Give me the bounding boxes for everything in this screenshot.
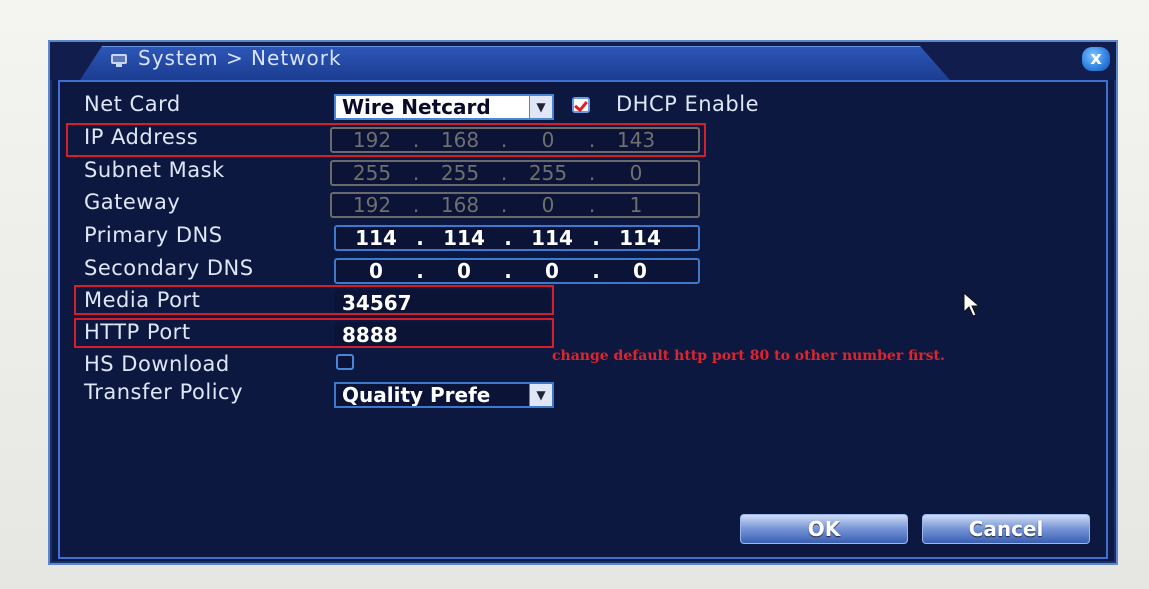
transfer-policy-value: Quality Prefe [342, 383, 491, 407]
ip-dot: . [416, 259, 424, 283]
dhcp-enable-label: DHCP Enable [616, 92, 759, 116]
media-port-highlight [74, 285, 554, 315]
ip-dot: . [592, 226, 600, 250]
screenshot-page: System > Network x Net Card Wire Netcard… [0, 0, 1149, 589]
primary-dns-octet-3: 114 [531, 226, 573, 250]
cancel-button[interactable]: Cancel [922, 514, 1090, 544]
ip-dot: . [416, 226, 424, 250]
gateway-field[interactable]: 192. 168. 0. 1 [330, 192, 700, 218]
close-icon: x [1090, 48, 1102, 69]
ip-dot: . [504, 226, 512, 250]
chevron-down-icon: ▼ [529, 384, 552, 406]
net-card-select[interactable]: Wire Netcard ▼ [334, 94, 554, 120]
ip-dot: . [412, 193, 420, 217]
ip-dot: . [412, 161, 420, 185]
annotation-note: change default http port 80 to other num… [552, 348, 945, 364]
primary-dns-octet-2: 114 [443, 226, 485, 250]
subnet-octet-3: 255 [528, 161, 568, 185]
chevron-down-icon: ▼ [529, 96, 552, 118]
primary-dns-label: Primary DNS [84, 223, 223, 247]
ok-button[interactable]: OK [740, 514, 908, 544]
title-bar: System > Network x [50, 42, 1116, 80]
http-port-highlight [74, 318, 554, 348]
primary-dns-field[interactable]: 114. 114. 114. 114 [334, 225, 700, 251]
gateway-octet-3: 0 [541, 193, 555, 217]
ip-dot: . [588, 161, 596, 185]
subnet-octet-1: 255 [352, 161, 392, 185]
secondary-dns-octet-3: 0 [545, 259, 559, 283]
gateway-octet-1: 192 [352, 193, 392, 217]
secondary-dns-octet-1: 0 [369, 259, 383, 283]
secondary-dns-octet-2: 0 [457, 259, 471, 283]
subnet-octet-4: 0 [629, 161, 643, 185]
transfer-policy-select[interactable]: Quality Prefe ▼ [334, 382, 554, 408]
secondary-dns-label: Secondary DNS [84, 256, 254, 280]
secondary-dns-field[interactable]: 0. 0. 0. 0 [334, 258, 700, 284]
hs-download-checkbox[interactable] [336, 354, 354, 370]
window-title: System > Network [138, 46, 342, 70]
subnet-mask-field[interactable]: 255. 255. 255. 0 [330, 160, 700, 186]
ip-dot: . [588, 193, 596, 217]
gateway-label: Gateway [84, 190, 181, 214]
mouse-cursor-icon [963, 292, 981, 317]
dhcp-enable-checkbox[interactable] [572, 97, 590, 113]
hs-download-label: HS Download [84, 352, 230, 376]
network-settings-icon [111, 54, 127, 67]
ip-dot: . [500, 193, 508, 217]
network-settings-window: System > Network x Net Card Wire Netcard… [48, 40, 1118, 565]
net-card-label: Net Card [84, 92, 181, 116]
gateway-octet-2: 168 [440, 193, 480, 217]
secondary-dns-octet-4: 0 [633, 259, 647, 283]
primary-dns-octet-1: 114 [355, 226, 397, 250]
ip-dot: . [592, 259, 600, 283]
ip-dot: . [504, 259, 512, 283]
transfer-policy-label: Transfer Policy [84, 380, 244, 404]
net-card-value: Wire Netcard [342, 95, 491, 119]
subnet-octet-2: 255 [440, 161, 480, 185]
ip-address-highlight [66, 123, 706, 157]
gateway-octet-4: 1 [629, 193, 643, 217]
subnet-mask-label: Subnet Mask [84, 158, 225, 182]
ip-dot: . [500, 161, 508, 185]
primary-dns-octet-4: 114 [619, 226, 661, 250]
close-button[interactable]: x [1082, 47, 1110, 71]
